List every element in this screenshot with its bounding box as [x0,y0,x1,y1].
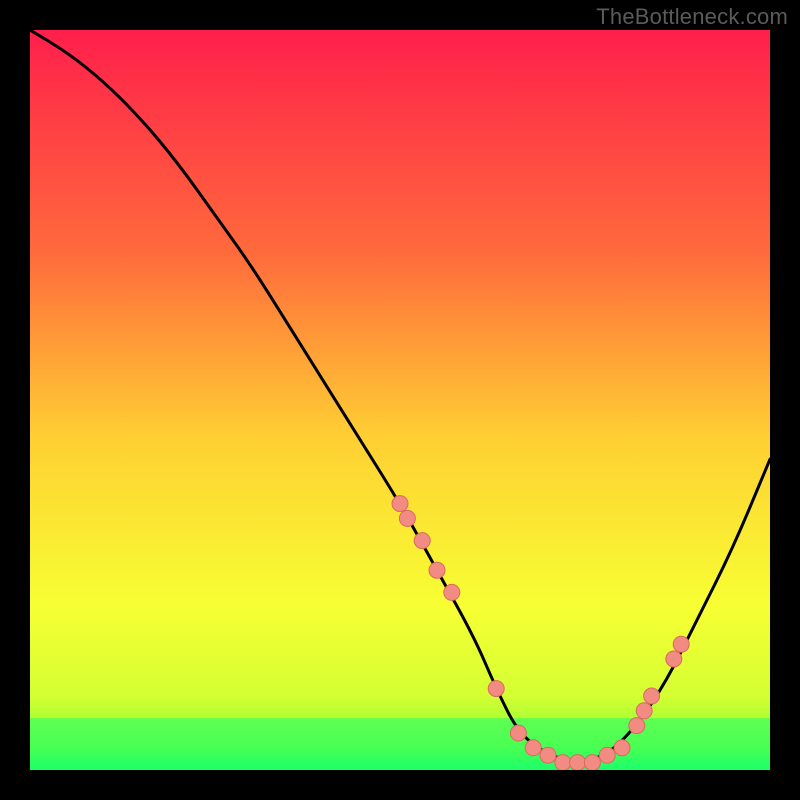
data-point [392,496,408,512]
data-point [629,718,645,734]
chart-plot-area [30,30,770,770]
data-point [673,636,689,652]
data-point [644,688,660,704]
data-point [599,747,615,763]
data-point [429,562,445,578]
green-band [30,718,770,770]
watermark-text: TheBottleneck.com [596,4,788,30]
data-point [510,725,526,741]
data-point [414,533,430,549]
gradient-background [30,30,770,770]
data-point [636,703,652,719]
chart-svg [30,30,770,770]
data-point [540,747,556,763]
data-point [666,651,682,667]
data-point [555,755,571,770]
data-point [614,740,630,756]
data-point [570,755,586,770]
data-point [584,755,600,770]
data-point [525,740,541,756]
data-point [488,681,504,697]
chart-frame: TheBottleneck.com [0,0,800,800]
data-point [444,584,460,600]
data-point [399,510,415,526]
